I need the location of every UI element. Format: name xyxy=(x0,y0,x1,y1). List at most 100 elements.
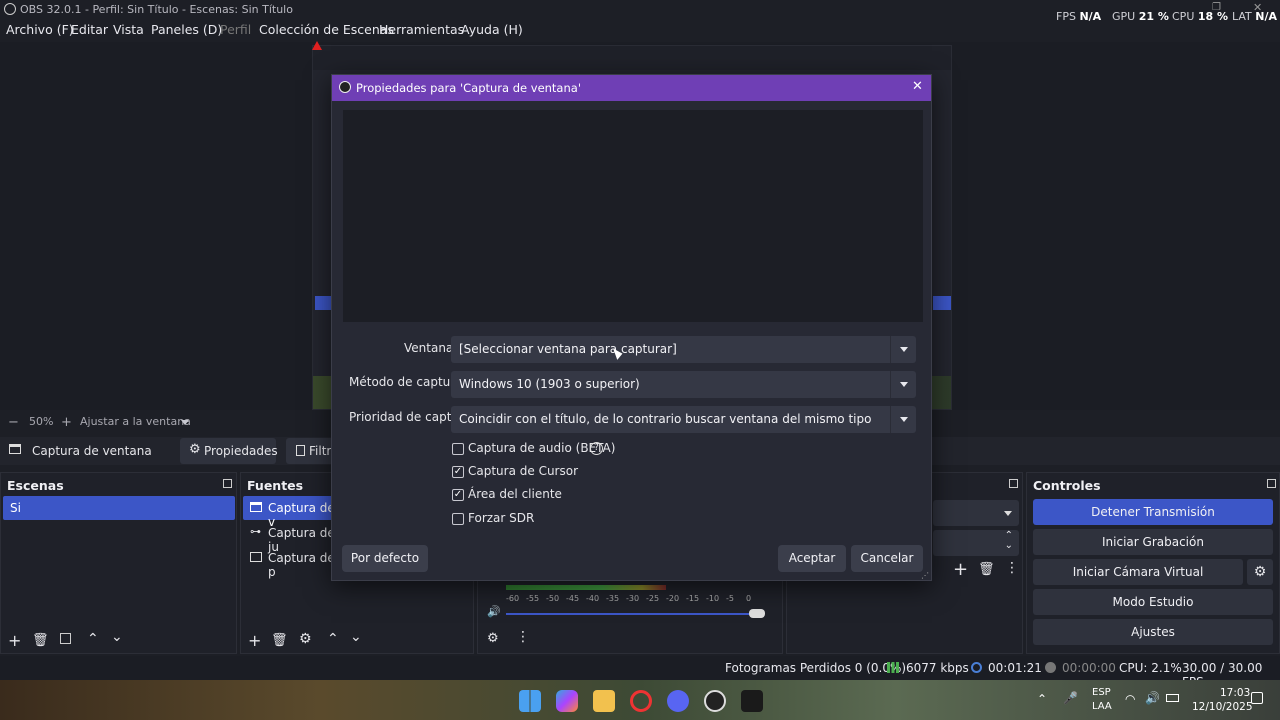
source-down-icon[interactable]: ⌄ xyxy=(350,629,362,645)
lang-primary[interactable]: ESP xyxy=(1092,687,1111,698)
remove-source-icon[interactable]: 🗑 xyxy=(271,633,288,648)
bitrate: 6077 kbps xyxy=(906,661,969,675)
zoom-dropdown-icon[interactable] xyxy=(181,420,189,425)
menu-perfil[interactable]: Perfil xyxy=(220,22,251,37)
scene-item-label: Si xyxy=(10,501,21,515)
window-select-value: [Seleccionar ventana para capturar] xyxy=(459,342,677,356)
transition-select[interactable] xyxy=(933,500,1019,526)
source-item-selected[interactable]: Captura de v xyxy=(243,496,343,529)
source-item[interactable]: ⊶ Captura de ju xyxy=(243,521,343,554)
client-area-checkbox[interactable]: ✓ xyxy=(452,489,464,501)
volume-icon[interactable]: 🔊 xyxy=(1145,691,1160,705)
source-item[interactable]: Captura de p xyxy=(243,546,343,579)
lang-secondary[interactable]: LAA xyxy=(1092,701,1112,712)
obs-taskbar-icon[interactable] xyxy=(704,690,726,712)
stop-stream-button[interactable]: Detener Transmisión xyxy=(1033,499,1273,525)
source-up-icon[interactable]: ⌃ xyxy=(327,631,339,647)
help-icon[interactable]: ? xyxy=(590,442,603,455)
virtualcam-settings-icon[interactable]: ⚙ xyxy=(1247,559,1273,585)
nested-control-selected xyxy=(933,296,951,310)
scenes-title: Escenas xyxy=(7,478,64,493)
speaker-icon[interactable]: 🔊 xyxy=(487,605,501,618)
scene-down-icon[interactable]: ⌄ xyxy=(111,629,123,645)
microphone-icon[interactable]: 🎤 xyxy=(1063,691,1078,705)
remove-transition-icon[interactable]: 🗑 xyxy=(978,562,995,577)
transitions-undock-icon[interactable] xyxy=(1009,479,1018,488)
window-select[interactable]: [Seleccionar ventana para capturar] xyxy=(451,336,916,363)
method-select[interactable]: Windows 10 (1903 o superior) xyxy=(451,371,916,398)
audio-capture-checkbox[interactable] xyxy=(452,443,464,455)
file-explorer-icon[interactable] xyxy=(593,690,615,712)
scale-tick: -40 xyxy=(586,594,600,603)
menu-archivo[interactable]: Archivo (F) xyxy=(6,22,74,37)
signal-icon xyxy=(887,662,899,673)
start-recording-button[interactable]: Iniciar Grabación xyxy=(1033,529,1273,555)
add-source-icon[interactable]: + xyxy=(248,631,261,650)
studio-mode-button[interactable]: Modo Estudio xyxy=(1033,589,1273,615)
wifi-icon[interactable]: ◠ xyxy=(1125,692,1135,706)
force-sdr-checkbox[interactable] xyxy=(452,513,464,525)
scene-item[interactable]: Si xyxy=(3,496,235,520)
gpu-stat: GPU 21 % xyxy=(1112,10,1169,23)
windows-start-icon[interactable] xyxy=(519,690,541,712)
settings-button[interactable]: Ajustes xyxy=(1033,619,1273,645)
dialog-title-bar: Propiedades para 'Captura de ventana' ✕ xyxy=(332,75,931,101)
copilot-icon[interactable] xyxy=(556,690,578,712)
volume-slider[interactable] xyxy=(506,613,761,615)
start-virtualcam-button[interactable]: Iniciar Cámara Virtual xyxy=(1033,559,1243,585)
scale-tick: -5 xyxy=(726,594,734,603)
defaults-button[interactable]: Por defecto xyxy=(342,545,428,572)
zoom-fit[interactable]: Ajustar a la ventana xyxy=(80,415,191,428)
league-icon[interactable] xyxy=(741,690,763,712)
opera-icon[interactable] xyxy=(630,690,652,712)
scenes-undock-icon[interactable] xyxy=(223,479,232,488)
stepper-down-icon[interactable]: ⌄ xyxy=(1005,540,1013,551)
clock-time[interactable]: 17:03 xyxy=(1220,687,1250,699)
volume-slider-handle[interactable] xyxy=(749,609,765,618)
controls-undock-icon[interactable] xyxy=(1267,479,1276,488)
menu-coleccion[interactable]: Colección de Escenas xyxy=(259,22,394,37)
method-label: Método de captura xyxy=(349,375,463,389)
window-title: OBS 32.0.1 - Perfil: Sin Título - Escena… xyxy=(20,3,293,16)
discord-icon[interactable] xyxy=(667,690,689,712)
mixer-settings-icon[interactable]: ⚙ xyxy=(487,631,499,646)
resize-grip-icon[interactable]: ⋰ xyxy=(921,571,929,580)
source-properties-icon[interactable]: ⚙ xyxy=(299,631,312,647)
menu-paneles[interactable]: Paneles (D) xyxy=(151,22,222,37)
priority-select[interactable]: Coincidir con el título, de lo contrario… xyxy=(451,406,916,433)
scale-tick: -45 xyxy=(566,594,580,603)
battery-icon[interactable] xyxy=(1166,694,1179,702)
cursor-capture-checkbox[interactable]: ✓ xyxy=(452,466,464,478)
controls-title: Controles xyxy=(1033,478,1101,493)
window-capture-icon xyxy=(9,444,21,454)
add-scene-icon[interactable]: + xyxy=(8,631,21,650)
method-select-value: Windows 10 (1903 o superior) xyxy=(459,377,640,391)
menu-herramientas[interactable]: Herramientas xyxy=(379,22,464,37)
remove-scene-icon[interactable]: 🗑 xyxy=(32,633,49,648)
mixer-menu-icon[interactable]: ⋮ xyxy=(516,629,530,645)
close-icon[interactable]: ✕ xyxy=(912,79,923,94)
clock-date[interactable]: 12/10/2025 xyxy=(1192,701,1253,713)
nested-obs-menubar xyxy=(313,46,951,70)
cancel-button[interactable]: Cancelar xyxy=(851,545,923,572)
chevron-down-icon xyxy=(890,371,916,398)
scene-filter-icon[interactable] xyxy=(60,633,71,644)
transition-duration[interactable]: ⌃ ⌄ xyxy=(933,530,1019,556)
transition-menu-icon[interactable]: ⋮ xyxy=(1005,560,1019,576)
menu-ayuda[interactable]: Ayuda (H) xyxy=(461,22,523,37)
menu-vista[interactable]: Vista xyxy=(113,22,144,37)
properties-button[interactable]: ⚙ Propiedades xyxy=(180,438,278,464)
scale-tick: -55 xyxy=(526,594,540,603)
tray-expand-icon[interactable]: ⌃ xyxy=(1037,692,1047,706)
status-bar: Fotogramas Perdidos 0 (0.0%) 6077 kbps 0… xyxy=(0,656,1280,689)
scale-tick: -20 xyxy=(666,594,680,603)
notifications-icon[interactable] xyxy=(1251,692,1263,704)
properties-label: Propiedades xyxy=(204,444,278,458)
zoom-out-button[interactable]: − xyxy=(8,415,19,430)
add-transition-icon[interactable]: + xyxy=(953,559,968,580)
zoom-in-button[interactable]: + xyxy=(61,415,72,430)
accept-button[interactable]: Aceptar xyxy=(778,545,846,572)
menu-editar[interactable]: Editar xyxy=(71,22,108,37)
monitor-icon xyxy=(250,552,262,562)
scene-up-icon[interactable]: ⌃ xyxy=(87,631,99,647)
